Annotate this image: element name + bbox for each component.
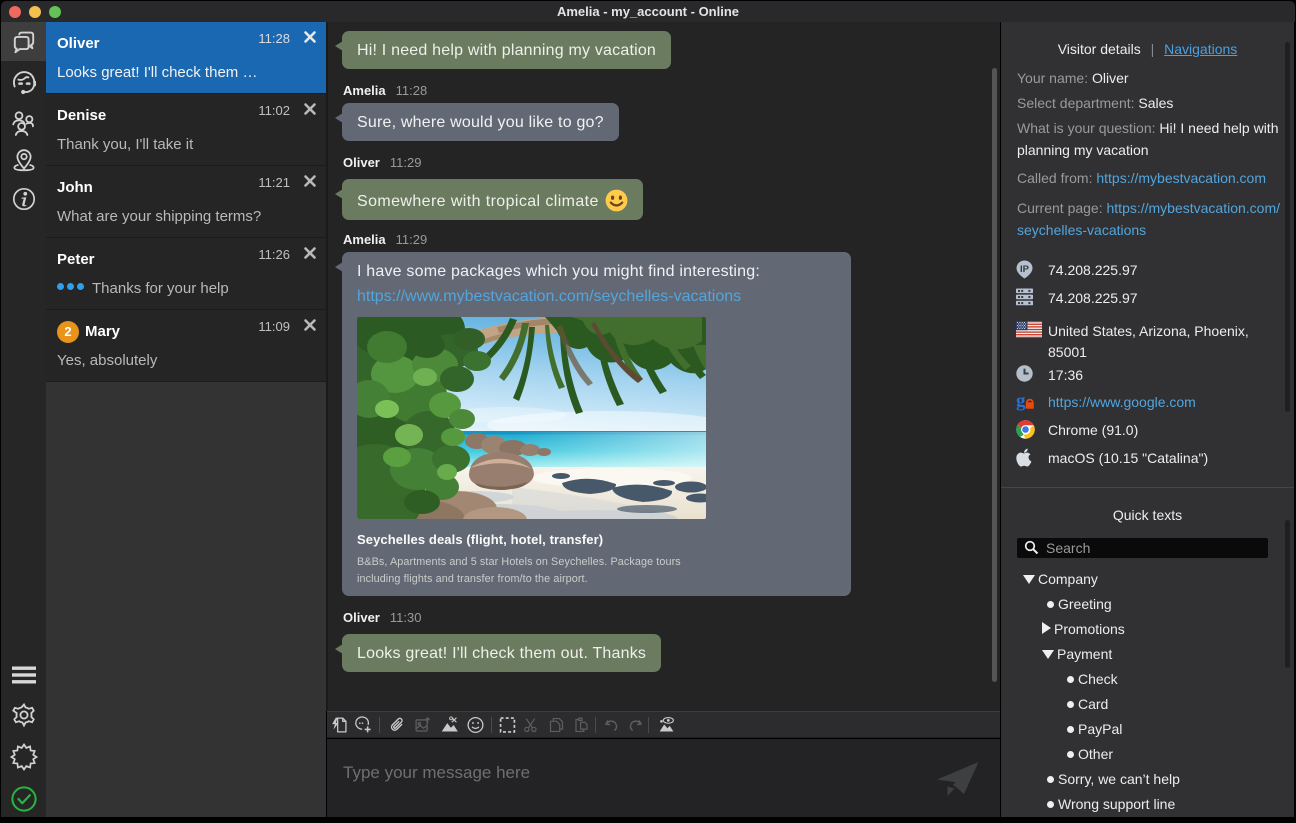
svg-text:g: g [1016,392,1026,411]
svg-text:IP: IP [1020,264,1030,275]
